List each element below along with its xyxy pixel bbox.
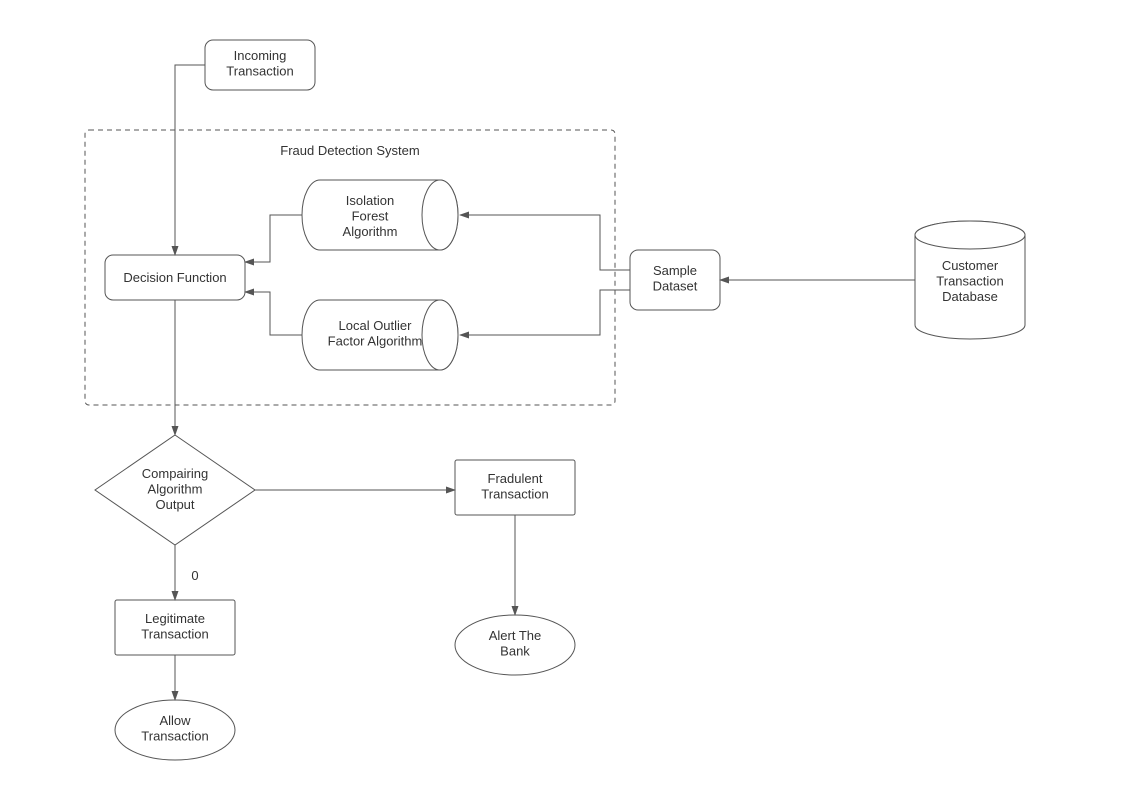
customer-database-node: CustomerTransactionDatabase [915, 221, 1025, 339]
edge-lof-to-decision [245, 292, 302, 335]
edge-sample-to-lof [460, 290, 630, 335]
lof-label: Local OutlierFactor Algorithm [328, 318, 423, 349]
edge-incoming-to-decision [175, 65, 205, 255]
fraudulent-transaction-label: FradulentTransaction [481, 471, 548, 502]
fraud-detection-flowchart: Fraud Detection System IncomingTransacti… [0, 0, 1123, 794]
legitimate-transaction-label: LegitimateTransaction [141, 611, 208, 642]
sample-dataset-label: SampleDataset [653, 263, 698, 294]
decision-function-label: Decision Function [123, 270, 226, 285]
edge-isoforest-to-decision [245, 215, 302, 262]
incoming-transaction-label: IncomingTransaction [226, 48, 293, 79]
lof-node: Local OutlierFactor Algorithm [302, 300, 458, 370]
isolation-forest-node: IsolationForestAlgorithm [302, 180, 458, 250]
edge-sample-to-isoforest [460, 215, 630, 270]
customer-database-label: CustomerTransactionDatabase [936, 258, 1003, 304]
compare-edge-zero-label: 0 [191, 568, 198, 583]
fraud-detection-system-title: Fraud Detection System [280, 143, 419, 158]
